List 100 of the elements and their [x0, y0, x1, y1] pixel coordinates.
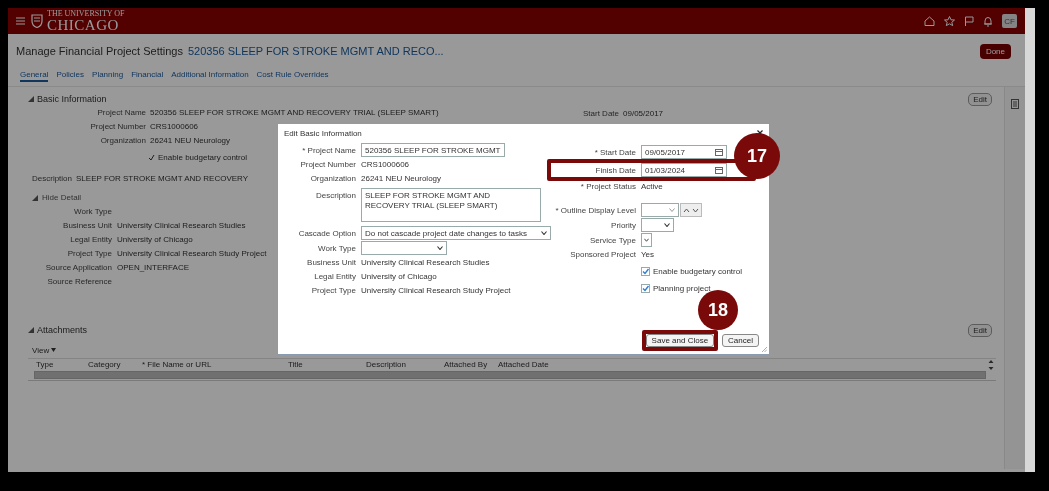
- save-button[interactable]: Save and Close: [645, 334, 715, 347]
- field-label: Project Number: [89, 122, 146, 131]
- edit-button[interactable]: Edit: [968, 92, 992, 106]
- field-value: Yes: [641, 250, 655, 259]
- field-label: Cascade Option: [297, 228, 356, 238]
- tab[interactable]: Additional Information: [171, 68, 249, 82]
- field-label: Service Type: [588, 235, 636, 245]
- checkbox-label: Enable budgetary control: [653, 267, 742, 276]
- field-label: * Outline Display Level: [554, 205, 636, 215]
- field-label: Priority: [610, 220, 636, 230]
- resize-handle-icon[interactable]: [762, 347, 767, 352]
- field-label: Project Type: [66, 249, 112, 258]
- field-label: Project Type: [310, 286, 356, 295]
- dropdown-field[interactable]: [641, 233, 652, 247]
- document-icon[interactable]: [1011, 99, 1019, 109]
- field-label: Legal Entity: [69, 235, 112, 244]
- calendar-icon: [715, 166, 723, 174]
- date-field[interactable]: 01/03/2024: [641, 163, 727, 177]
- text-area[interactable]: SLEEP FOR STROKE MGMT AND RECOVERY TRIAL (SLEEP SMART): [361, 188, 541, 222]
- field-value: University Clinical Research Studies: [361, 258, 490, 267]
- chevron-down-icon: [437, 246, 443, 250]
- home-icon[interactable]: [924, 16, 935, 26]
- logo-subtitle: THE UNIVERSITY OF: [47, 9, 125, 18]
- user-avatar[interactable]: CF: [1002, 14, 1017, 28]
- stepper-button[interactable]: [680, 203, 702, 217]
- edit-button[interactable]: Edit: [968, 323, 992, 337]
- dialog-title: Edit Basic Information: [284, 128, 362, 138]
- column-header[interactable]: Attached Date: [498, 360, 549, 369]
- collapse-icon[interactable]: [32, 194, 38, 201]
- field-value: 26241 NEU Neurology: [150, 136, 231, 145]
- field-label: * Project Name: [301, 145, 356, 155]
- column-header[interactable]: * File Name or URL: [142, 360, 288, 369]
- field-label: * Start Date: [593, 147, 636, 157]
- combo-field[interactable]: [641, 203, 679, 217]
- field-value: 520356 SLEEP FOR STROKE MGMT AND RECOVERY TRIAL (SLEEP SMART): [150, 108, 439, 117]
- tab[interactable]: Cost Rule Overrides: [256, 68, 329, 82]
- date-field[interactable]: 09/05/2017: [641, 145, 727, 159]
- view-menu[interactable]: View: [32, 345, 57, 355]
- tab[interactable]: Policies: [56, 68, 85, 82]
- collapse-icon[interactable]: [28, 96, 34, 102]
- field-value: 09/05/2017: [623, 109, 664, 118]
- checked-checkbox[interactable]: [641, 267, 650, 276]
- checked-checkbox[interactable]: [641, 284, 650, 293]
- checkbox-label: Enable budgetary control: [158, 153, 247, 162]
- field-value: Active: [641, 182, 663, 191]
- field-label: Work Type: [73, 207, 112, 216]
- dropdown-field[interactable]: Do not cascade project date changes to tasks: [361, 226, 551, 240]
- field-label: Start Date: [583, 109, 619, 118]
- step-badge: 17: [733, 133, 780, 179]
- field-label: Organization: [99, 136, 146, 145]
- field-label: Source Reference: [46, 277, 112, 286]
- field-label: Finish Date: [594, 165, 636, 175]
- field-value: University of Chicago: [361, 272, 437, 281]
- tab[interactable]: Planning: [92, 68, 124, 82]
- horizontal-scrollbar[interactable]: [34, 371, 986, 379]
- project-title: 520356 SLEEP FOR STROKE MGMT AND RECO...: [187, 45, 444, 57]
- hide-detail-link[interactable]: Hide Detail: [42, 193, 82, 202]
- chevron-down-icon: [664, 223, 670, 227]
- done-button[interactable]: Done: [979, 43, 1011, 59]
- dropdown-field[interactable]: [361, 241, 447, 255]
- collapse-icon[interactable]: [28, 327, 34, 333]
- chevron-down-icon: [541, 231, 547, 235]
- column-header[interactable]: Title: [288, 360, 366, 369]
- field-value: University Clinical Research Study Project: [361, 286, 511, 295]
- calendar-icon: [715, 148, 723, 156]
- field-value: CRS1000606: [150, 122, 199, 131]
- page-title: Manage Financial Project Settings: [16, 45, 183, 57]
- logo-text: CHICAGO: [47, 17, 120, 33]
- column-header[interactable]: Description: [366, 360, 444, 369]
- field-label: Business Unit: [306, 258, 356, 267]
- field-label: Work Type: [317, 243, 356, 253]
- column-header[interactable]: Attached By: [444, 360, 498, 369]
- column-header[interactable]: Category: [88, 360, 142, 369]
- field-value: CRS1000606: [361, 160, 410, 169]
- field-label: Organization: [309, 174, 356, 183]
- caret-icon: [51, 348, 57, 352]
- section-title: Basic Information: [37, 94, 107, 104]
- field-label: Legal Entity: [313, 272, 356, 281]
- field-label: Project Name: [96, 108, 146, 117]
- stepper-icon: [683, 207, 699, 213]
- column-header[interactable]: Type: [36, 360, 88, 369]
- star-icon[interactable]: [944, 16, 955, 26]
- flag-icon[interactable]: [964, 16, 974, 26]
- field-value: SLEEP FOR STROKE MGMT AND RECOVERY: [76, 174, 249, 183]
- crest-icon: [31, 14, 43, 28]
- text-field[interactable]: 520356 SLEEP FOR STROKE MGMT: [361, 143, 505, 157]
- field-value: 26241 NEU Neurology: [361, 174, 442, 183]
- field-label: Source Application: [44, 263, 112, 272]
- tab[interactable]: General: [20, 68, 49, 82]
- bell-icon[interactable]: [983, 15, 993, 27]
- field-value: University Clinical Research Study Project: [117, 249, 267, 258]
- field-label: Sponsored Project: [569, 250, 636, 259]
- dropdown-field[interactable]: [641, 218, 674, 232]
- vertical-scrollbar-icon[interactable]: [988, 359, 994, 371]
- cancel-button[interactable]: Cancel: [722, 334, 759, 347]
- field-value: University Clinical Research Studies: [117, 221, 246, 230]
- field-label: Description: [315, 190, 356, 200]
- chevron-down-icon: [669, 208, 675, 212]
- field-value: OPEN_INTERFACE: [117, 263, 189, 272]
- tab[interactable]: Financial: [131, 68, 164, 82]
